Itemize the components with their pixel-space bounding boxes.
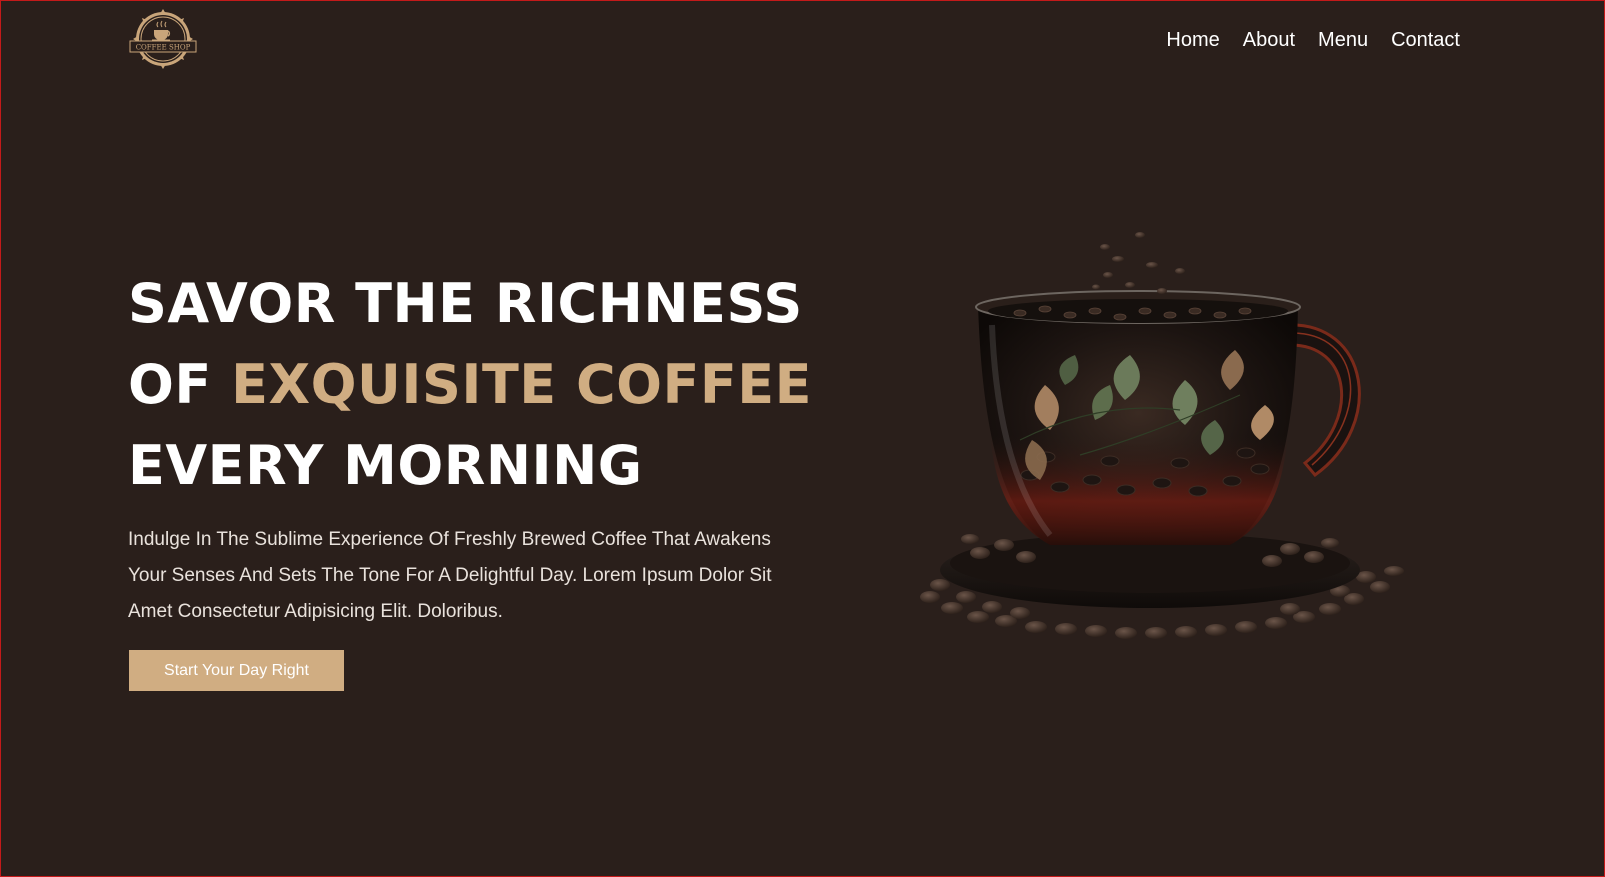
start-your-day-button[interactable]: Start Your Day Right	[129, 650, 344, 691]
main-nav: Home About Menu Contact	[1166, 29, 1460, 52]
nav-about-link[interactable]: About	[1243, 29, 1295, 52]
nav-home-link[interactable]: Home	[1166, 29, 1219, 52]
hero-title-line-1: SAVOR THE RICHNESS	[128, 272, 803, 335]
logo-text: COFFEE SHOP	[136, 44, 191, 52]
coffee-shop-logo[interactable]: COFFEE SHOP	[127, 8, 199, 70]
hero-description: Indulge In The Sublime Experience Of Fre…	[128, 529, 772, 622]
coffee-cup-with-beans-icon	[920, 232, 1404, 639]
hero-title-line-2-prefix: OF	[128, 353, 232, 416]
hero-title-accent: EXQUISITE COFFEE	[231, 353, 813, 416]
nav-menu-link[interactable]: Menu	[1318, 29, 1368, 52]
hero-title-line-3: EVERY MORNING	[128, 434, 643, 497]
hero-title: SAVOR THE RICHNESS OF EXQUISITE COFFEE E…	[128, 263, 812, 506]
nav-contact-link[interactable]: Contact	[1391, 29, 1460, 52]
